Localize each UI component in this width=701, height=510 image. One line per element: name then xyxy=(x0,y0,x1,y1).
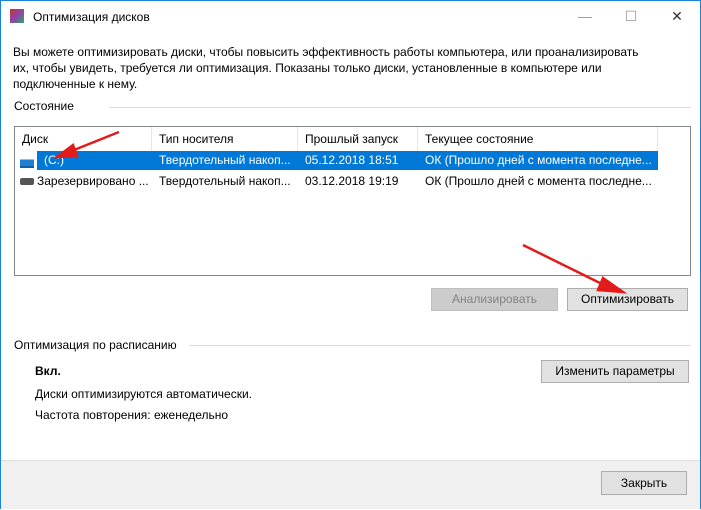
disk-optimization-window: Оптимизация дисков — ☐ ✕ Вы можете оптим… xyxy=(0,0,701,509)
red-arrow-icon xyxy=(52,130,120,159)
annotation-arrows xyxy=(52,130,628,294)
red-arrow-icon xyxy=(522,243,628,294)
